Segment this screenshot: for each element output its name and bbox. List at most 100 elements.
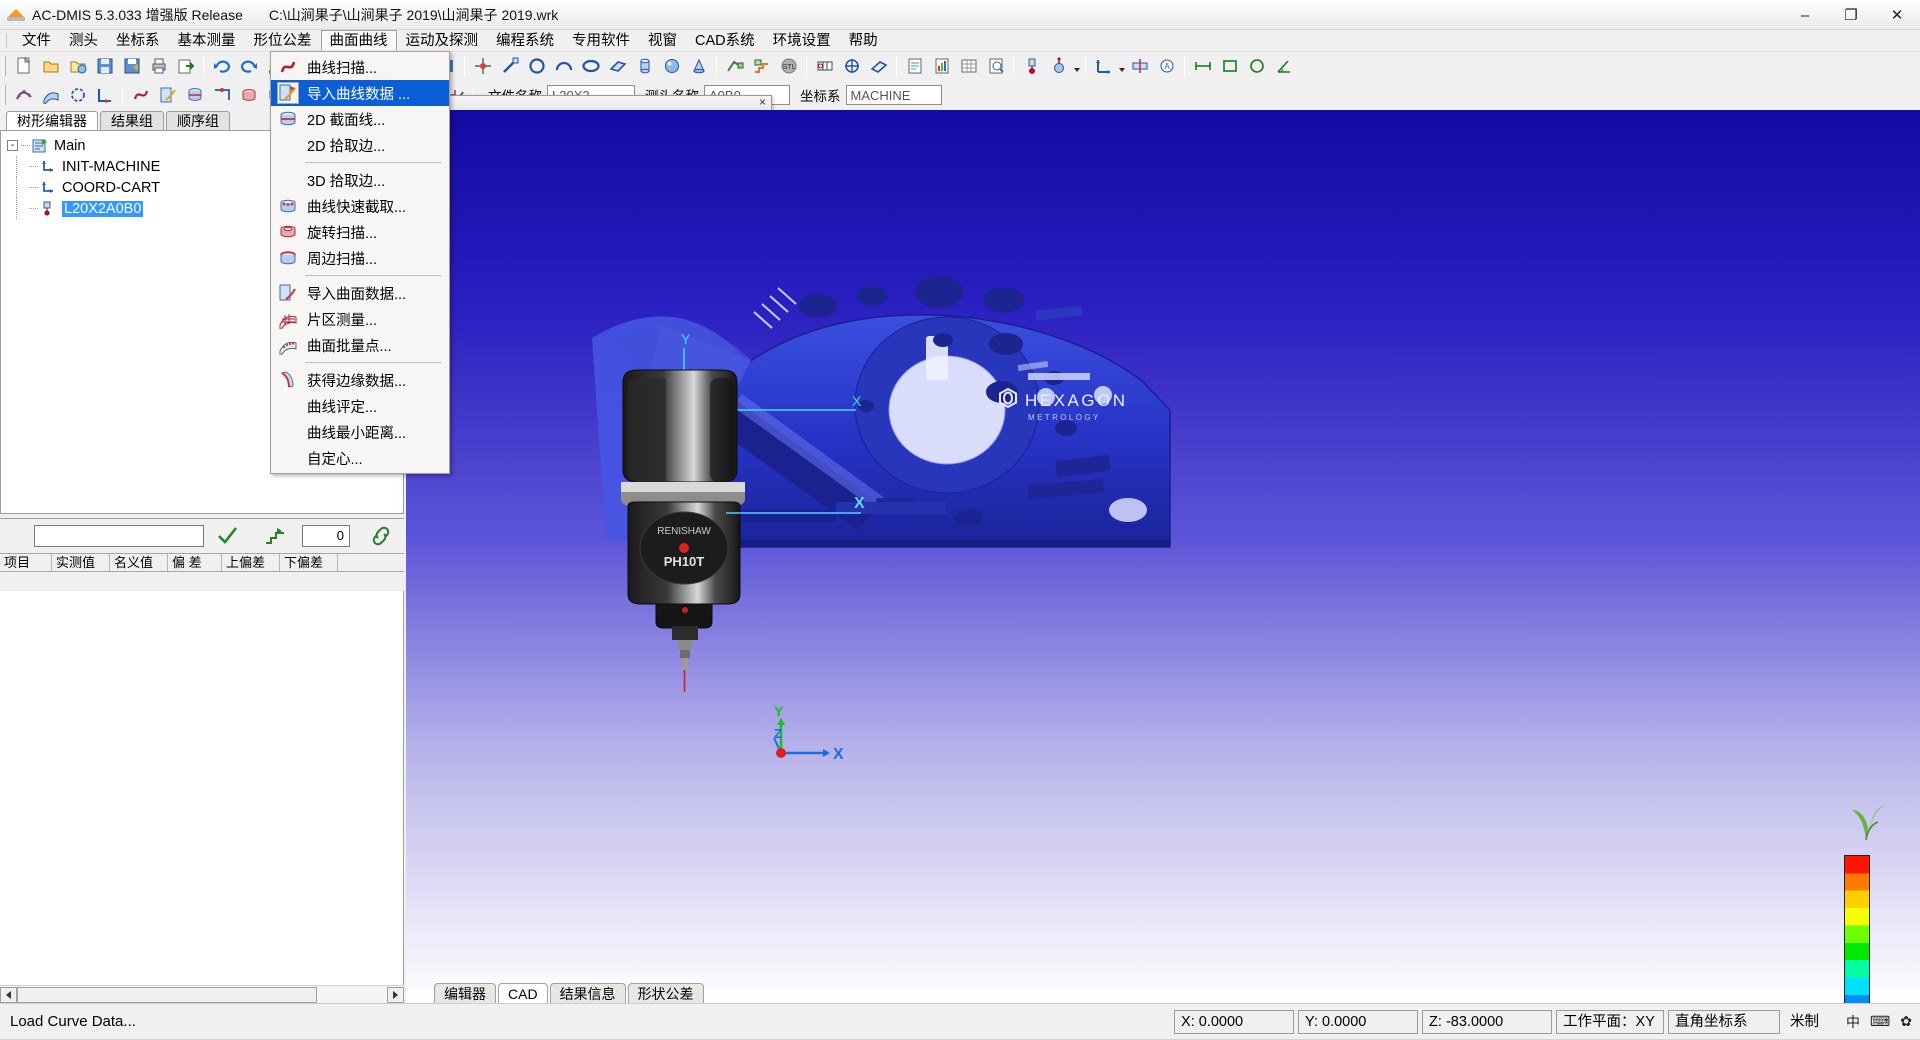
scan-patch-icon[interactable] (38, 83, 63, 107)
column-header-item[interactable]: 项目 (0, 554, 52, 571)
import-curve-toolbar-icon[interactable] (155, 83, 180, 107)
export-icon[interactable] (173, 54, 198, 78)
construct-step-icon[interactable] (749, 54, 774, 78)
chart-icon[interactable] (929, 54, 954, 78)
menu-help[interactable]: 帮助 (840, 30, 887, 51)
menu-item-3d-pick-edge[interactable]: 3D 拾取边... (271, 167, 449, 193)
stl-icon[interactable]: STL (776, 54, 801, 78)
scroll-thumb[interactable] (17, 986, 317, 1003)
menu-environment[interactable]: 环境设置 (764, 30, 840, 51)
menu-special-software[interactable]: 专用软件 (563, 30, 639, 51)
redo-icon[interactable] (236, 54, 261, 78)
save-as-icon[interactable] (119, 54, 144, 78)
menu-window[interactable]: 视窗 (639, 30, 686, 51)
probe-dropdown-caret-icon[interactable] (1072, 54, 1081, 78)
menu-item-self-centering[interactable]: 自定心... (271, 445, 449, 471)
measure-point-icon[interactable] (470, 54, 495, 78)
gdt-flatness-icon[interactable] (866, 54, 891, 78)
rotary-scan-toolbar-icon[interactable] (236, 83, 261, 107)
menu-programming[interactable]: 编程系统 (487, 30, 563, 51)
coordsys-field[interactable]: MACHINE (845, 85, 942, 105)
tab-result-info[interactable]: 结果信息 (549, 983, 626, 1003)
pick-edge-2d-icon[interactable] (209, 83, 234, 107)
menu-item-get-edge-data[interactable]: 获得边缘数据... (271, 367, 449, 393)
cad-viewport[interactable]: HEXAGON METROLOGY Y Z X (406, 110, 1920, 1003)
execute-step-icon[interactable] (260, 523, 290, 549)
result-horizontal-scrollbar[interactable] (0, 985, 404, 1003)
maximize-button[interactable]: ❐ (1828, 0, 1874, 30)
menu-basic-measure[interactable]: 基本测量 (169, 30, 245, 51)
measure-arc-icon[interactable] (551, 54, 576, 78)
command-input[interactable] (34, 525, 204, 547)
scan-line-icon[interactable] (11, 83, 36, 107)
menu-motion-probing[interactable]: 运动及探测 (397, 30, 488, 51)
menu-file[interactable]: 文件 (13, 30, 60, 51)
dim-box-icon[interactable] (1217, 54, 1242, 78)
open-recent-icon[interactable] (65, 54, 90, 78)
construct-icon[interactable] (722, 54, 747, 78)
column-header-lower-tol[interactable]: 下偏差 (280, 554, 338, 571)
index-field[interactable]: 0 (302, 525, 350, 547)
tab-cad[interactable]: CAD (498, 983, 548, 1003)
menu-item-2d-section-line[interactable]: 2D 截面线... (271, 106, 449, 132)
menu-coordsys[interactable]: 坐标系 (107, 30, 169, 51)
column-header-upper-tol[interactable]: 上偏差 (222, 554, 280, 571)
curve-scan-toolbar-icon[interactable] (128, 83, 153, 107)
column-header-measured[interactable]: 实测值 (52, 554, 110, 571)
menu-item-curve-min-distance[interactable]: 曲线最小距离... (271, 419, 449, 445)
menu-item-patch-measure[interactable]: 片区测量... (271, 306, 449, 332)
tab-form-tolerance[interactable]: 形状公差 (627, 983, 704, 1003)
probe-head-icon[interactable] (1019, 54, 1044, 78)
menu-item-rotary-scan[interactable]: 旋转扫描... (271, 219, 449, 245)
menu-item-curve-evaluate[interactable]: 曲线评定... (271, 393, 449, 419)
menu-item-import-curve-data[interactable]: 导入曲线数据 ... (271, 80, 449, 106)
print-preview-icon[interactable] (983, 54, 1008, 78)
measure-ellipse-icon[interactable] (578, 54, 603, 78)
surface-curve-menu[interactable]: 曲线扫描... 导入曲线数据 ... 2D 截面线... 2D 拾取边... 3… (270, 51, 450, 474)
dim-angle-icon[interactable] (1271, 54, 1296, 78)
confirm-check-icon[interactable] (212, 523, 242, 549)
ime-keyboard-icon[interactable]: ⌨ (1870, 1013, 1890, 1030)
close-icon[interactable]: × (756, 96, 769, 109)
measure-cone-icon[interactable] (686, 54, 711, 78)
menu-item-perimeter-scan[interactable]: 周边扫描... (271, 245, 449, 271)
result-grid-body[interactable] (0, 591, 404, 986)
column-header-nominal[interactable]: 名义值 (110, 554, 168, 571)
toolbar2-grip[interactable] (3, 85, 6, 105)
probe-calibrate-icon[interactable] (1046, 54, 1071, 78)
open-file-icon[interactable] (38, 54, 63, 78)
menu-item-surface-batch-points[interactable]: 曲面批量点... (271, 332, 449, 358)
ime-indicator[interactable]: 中 (1846, 1012, 1860, 1032)
menu-surface-curve[interactable]: 曲面曲线 (320, 30, 397, 51)
coordsys-icon[interactable] (1091, 54, 1116, 78)
tree-expander[interactable]: - (7, 140, 18, 151)
align-icon[interactable] (1127, 54, 1152, 78)
menu-cad-system[interactable]: CAD系统 (686, 30, 764, 51)
print-icon[interactable] (146, 54, 171, 78)
tab-sequence-group[interactable]: 顺序组 (166, 111, 230, 130)
datum-icon[interactable]: A (1154, 54, 1179, 78)
menu-item-2d-pick-edge[interactable]: 2D 拾取边... (271, 132, 449, 158)
coordsys-dropdown-caret-icon[interactable] (1117, 54, 1126, 78)
table-report-icon[interactable] (956, 54, 981, 78)
menu-item-fast-curve-capture[interactable]: 曲线快速截取... (271, 193, 449, 219)
gdt-form-icon[interactable] (812, 54, 837, 78)
column-header-deviation[interactable]: 偏 差 (168, 554, 222, 571)
scroll-left-icon[interactable] (0, 986, 17, 1003)
measure-cylinder-icon[interactable] (632, 54, 657, 78)
scroll-track[interactable] (17, 986, 387, 1003)
scroll-right-icon[interactable] (387, 986, 404, 1003)
save-icon[interactable] (92, 54, 117, 78)
tab-result-group[interactable]: 结果组 (100, 111, 164, 130)
tab-tree-editor[interactable]: 树形编辑器 (6, 111, 98, 130)
measure-sphere-icon[interactable] (659, 54, 684, 78)
measure-circle-icon[interactable] (524, 54, 549, 78)
report-icon[interactable] (902, 54, 927, 78)
menu-gdt[interactable]: 形位公差 (245, 30, 321, 51)
scan-circle-icon[interactable] (65, 83, 90, 107)
link-icon[interactable] (366, 523, 396, 549)
ime-settings-icon[interactable]: ✿ (1900, 1013, 1912, 1030)
measure-plane-icon[interactable] (605, 54, 630, 78)
menu-item-curve-scan[interactable]: 曲线扫描... (271, 54, 449, 80)
close-button[interactable]: ✕ (1874, 0, 1920, 30)
